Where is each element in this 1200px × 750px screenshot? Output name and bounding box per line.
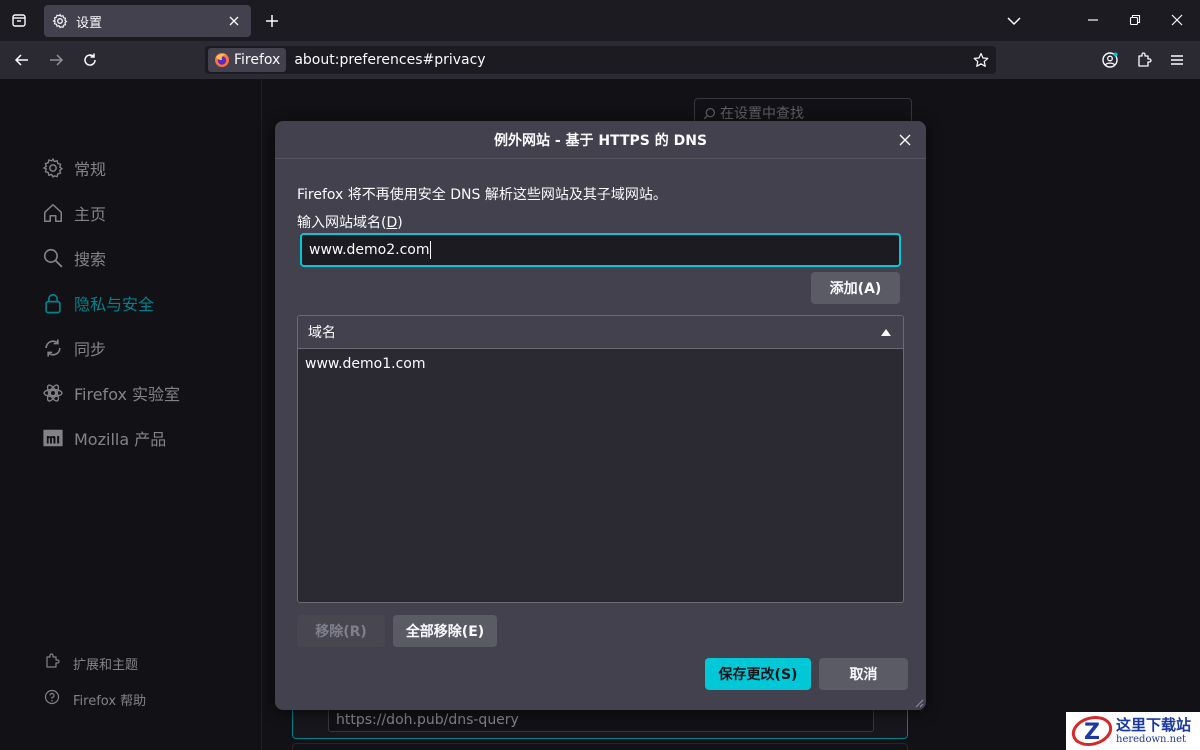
plus-icon [266,15,278,27]
app-menu-button[interactable] [1163,46,1191,74]
account-button[interactable] [1096,46,1124,74]
accesskey: D [386,215,398,231]
arrow-right-icon [50,54,64,66]
dialog-close-button[interactable] [894,129,916,151]
domain-column-header[interactable]: 域名 [298,316,903,349]
close-icon [899,134,911,146]
domain-input-value: www.demo2.com [309,242,430,258]
label-end: ) [397,215,403,231]
restore-icon [1129,14,1141,26]
resize-grip-icon[interactable] [912,696,924,708]
minimize-icon [1088,19,1098,21]
minimize-button[interactable] [1072,5,1114,35]
domain-list[interactable]: 域名 www.demo1.com [297,315,904,603]
reload-button[interactable] [76,46,104,74]
firefox-view-button[interactable] [6,7,32,33]
label-text: 输入网站域名( [297,215,387,231]
close-icon [1171,14,1183,26]
watermark-subtitle: heredown.net [1116,733,1187,745]
tab-title: 设置 [76,15,103,31]
column-label: 域名 [308,325,336,341]
extensions-button[interactable] [1130,46,1158,74]
sort-ascending-icon [881,327,891,337]
dialog-title: 例外网站 - 基于 HTTPS 的 DNS [493,132,708,149]
restore-button[interactable] [1114,5,1156,35]
tab-strip: 设置 [0,0,1200,41]
domain-input[interactable]: www.demo2.com [300,233,901,267]
save-changes-button[interactable]: 保存更改(S) [705,658,811,690]
chevron-down-icon [1007,17,1021,26]
remove-button[interactable]: 移除(R) [297,615,385,647]
text-caret [430,241,432,259]
heredown-logo-icon: Z [1071,716,1113,746]
account-icon [1102,52,1118,68]
url-bar[interactable]: Firefox about:preferences#privacy [205,46,996,74]
gear-icon [52,13,68,29]
add-button[interactable]: 添加(A) [811,272,900,304]
firefox-logo-icon [215,53,229,67]
forward-button[interactable] [42,46,70,74]
hamburger-menu-icon [1171,55,1183,65]
remove-all-button[interactable]: 全部移除(E) [393,615,497,647]
firefox-view-icon [12,14,26,27]
puzzle-icon [1138,52,1152,67]
new-tab-button[interactable] [260,9,284,33]
reload-icon [84,53,96,66]
logo-letter: Z [1084,720,1100,745]
domain-input-label: 输入网站域名(D) [297,212,403,232]
close-tab-icon[interactable] [225,12,243,30]
identity-label: Firefox [234,52,281,68]
dialog-header: 例外网站 - 基于 HTTPS 的 DNS [275,121,926,159]
tab-settings[interactable]: 设置 [44,5,251,37]
watermark-title: 这里下载站 [1116,715,1192,734]
close-window-button[interactable] [1156,5,1198,35]
cancel-button[interactable]: 取消 [819,658,908,690]
site-watermark: Z 这里下载站 heredown.net [1066,712,1200,750]
bookmark-star-button[interactable] [968,48,994,72]
identity-box[interactable]: Firefox [208,48,287,72]
url-text[interactable]: about:preferences#privacy [294,52,968,68]
list-all-tabs-button[interactable] [1001,9,1027,33]
star-icon [973,52,989,67]
dialog-description: Firefox 将不再使用安全 DNS 解析这些网站及其子域网站。 [297,187,667,203]
back-button[interactable] [8,46,36,74]
domain-row[interactable]: www.demo1.com [298,349,903,379]
watermark-text: 这里下载站 heredown.net [1116,715,1192,745]
nav-bar: Firefox about:preferences#privacy [0,41,1200,79]
doh-exceptions-dialog: 例外网站 - 基于 HTTPS 的 DNS Firefox 将不再使用安全 DN… [275,121,926,710]
arrow-left-icon [14,54,28,66]
